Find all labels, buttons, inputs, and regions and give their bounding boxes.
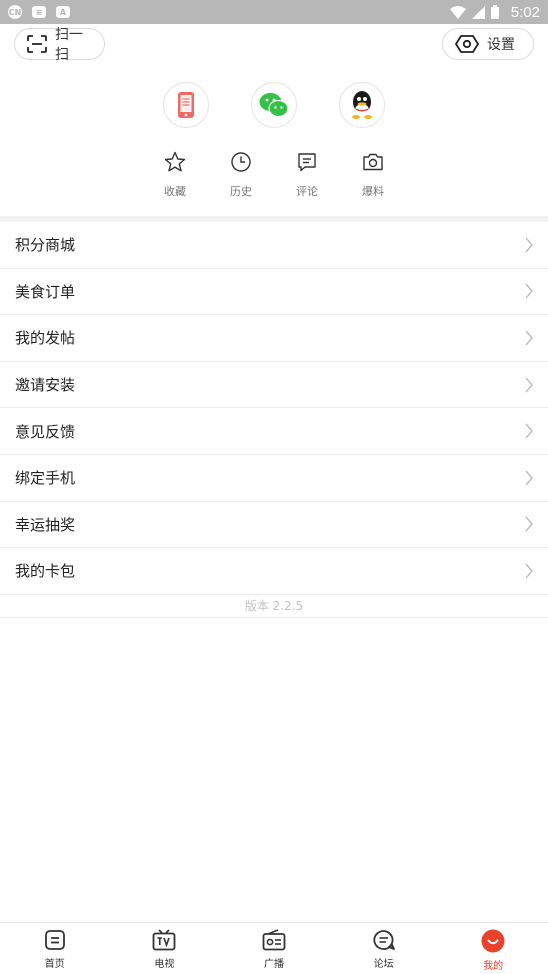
chevron-right-icon	[525, 423, 533, 439]
quick-action-comments[interactable]: 评论	[290, 151, 324, 199]
chevron-right-icon	[525, 330, 533, 346]
radio-icon	[262, 929, 286, 951]
status-time: 5:02	[510, 3, 540, 21]
menu-item-label: 积分商城	[15, 236, 76, 255]
quick-action-history[interactable]: 历史	[224, 151, 258, 199]
menu-item-bind-phone[interactable]: 绑定手机	[0, 455, 548, 502]
menu-item-food-orders[interactable]: 美食订单	[0, 269, 548, 316]
scan-icon	[27, 35, 47, 53]
menu-item-label: 幸运抽奖	[15, 515, 76, 534]
phone-login-button[interactable]	[163, 82, 209, 128]
wechat-login-icon	[259, 93, 289, 118]
version-text: 版本 2.2.5	[0, 594, 548, 618]
menu-item-label: 绑定手机	[15, 469, 76, 488]
scan-button[interactable]: 扫一扫	[14, 27, 105, 63]
star-icon	[164, 151, 186, 172]
chevron-right-icon	[525, 516, 533, 532]
clock-icon	[231, 152, 251, 172]
quick-action-label: 评论	[296, 185, 318, 198]
tab-label: 广播	[263, 959, 284, 970]
tab-home[interactable]: 首页	[0, 923, 110, 974]
menu-item-invite-install[interactable]: 邀请安装	[0, 362, 548, 409]
menu-item-lucky-draw[interactable]: 幸运抽奖	[0, 502, 548, 549]
cn-icon: CN	[8, 5, 22, 19]
camera-icon	[363, 153, 383, 171]
login-options	[0, 82, 548, 128]
tab-label: 我的	[483, 961, 504, 972]
wechat-login-button[interactable]	[251, 82, 297, 128]
quick-action-label: 爆料	[362, 185, 384, 198]
menu-item-label: 美食订单	[15, 282, 76, 301]
status-bar: CN ≡ A 5:02	[0, 0, 548, 24]
menu-item-points-mall[interactable]: 积分商城	[0, 222, 548, 269]
settings-button[interactable]: 设置	[442, 28, 534, 60]
tab-label: 首页	[44, 959, 65, 970]
forum-icon	[372, 930, 395, 950]
menu-item-feedback[interactable]: 意见反馈	[0, 408, 548, 455]
tab-tv[interactable]: 电视	[110, 923, 220, 974]
scan-label: 扫一扫	[55, 27, 83, 63]
qq-login-icon	[352, 91, 372, 119]
quick-action-label: 历史	[230, 185, 252, 198]
quick-action-report[interactable]: 爆料	[356, 151, 390, 199]
menu-item-my-posts[interactable]: 我的发帖	[0, 315, 548, 362]
chevron-right-icon	[525, 377, 533, 393]
wifi-icon	[449, 5, 466, 19]
tab-radio[interactable]: 广播	[219, 923, 329, 974]
settings-label: 设置	[487, 37, 515, 53]
menu-item-label: 我的卡包	[15, 562, 76, 581]
tab-label: 论坛	[373, 959, 394, 970]
chevron-right-icon	[525, 237, 533, 253]
battery-icon	[490, 5, 499, 19]
tab-forum[interactable]: 论坛	[329, 923, 439, 974]
message-icon: ≡	[32, 6, 46, 18]
a-icon: A	[56, 6, 70, 18]
tab-me[interactable]: 我的	[438, 923, 548, 974]
me-icon	[481, 929, 505, 953]
phone-login-icon	[178, 92, 194, 118]
chevron-right-icon	[525, 563, 533, 579]
tab-label: 电视	[154, 959, 175, 970]
tv-icon	[152, 929, 176, 951]
comment-icon	[298, 153, 316, 172]
menu-item-card-wallet[interactable]: 我的卡包	[0, 548, 548, 595]
signal-icon	[471, 5, 485, 19]
bottom-tab-bar: 首页 电视 广播 论坛 我的	[0, 922, 548, 974]
settings-icon	[455, 35, 479, 53]
quick-actions: 收藏 历史 评论 爆料	[0, 151, 548, 199]
qq-login-button[interactable]	[339, 82, 385, 128]
quick-action-label: 收藏	[164, 185, 186, 198]
home-icon	[44, 930, 65, 950]
quick-action-favorites[interactable]: 收藏	[158, 151, 192, 199]
menu-list: 积分商城 美食订单 我的发帖 邀请安装 意见反馈 绑定手机 幸运抽奖 我的卡包	[0, 222, 548, 595]
menu-item-label: 我的发帖	[15, 329, 76, 348]
menu-item-label: 意见反馈	[15, 422, 76, 441]
chevron-right-icon	[525, 283, 533, 299]
menu-item-label: 邀请安装	[15, 376, 76, 395]
chevron-right-icon	[525, 470, 533, 486]
